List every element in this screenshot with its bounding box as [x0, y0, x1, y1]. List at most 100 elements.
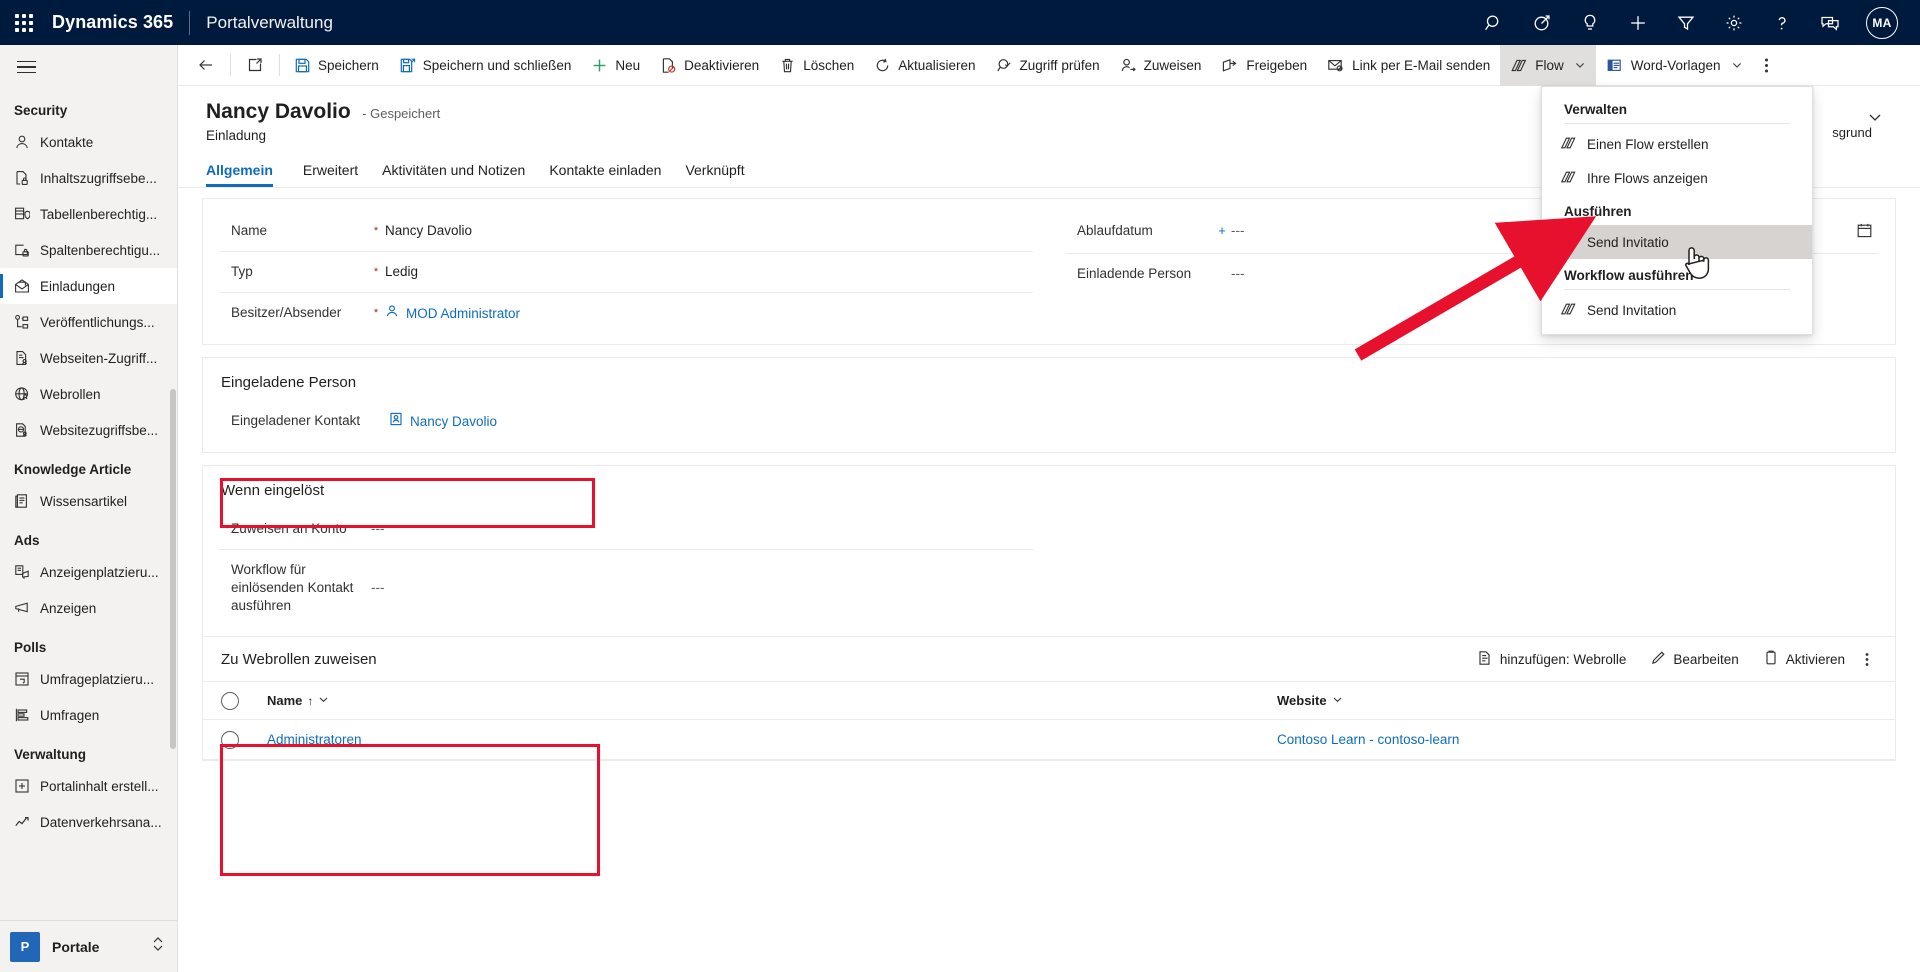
sidebar-item-wissensartikel[interactable]: Wissensartikel	[0, 483, 177, 519]
tab-aktivitaeten-und-notizen[interactable]: Aktivitäten und Notizen	[370, 162, 537, 187]
sidebar-item-websitezugriffsberechtigungen[interactable]: Websitezugriffsbe...	[0, 412, 177, 448]
add-icon[interactable]	[1614, 0, 1662, 45]
more-commands-icon[interactable]	[1857, 642, 1877, 676]
filter-icon[interactable]	[1662, 0, 1710, 45]
new-button[interactable]: Neu	[581, 45, 650, 86]
select-all-checkbox[interactable]	[221, 691, 267, 710]
menu-item-ihre-flows-anzeigen[interactable]: Ihre Flows anzeigen	[1542, 161, 1812, 195]
sidebar-item-webseiten-zugriffsregeln[interactable]: Webseiten-Zugriff...	[0, 340, 177, 376]
chevron-down-icon[interactable]	[318, 693, 329, 708]
invited-person-right-column	[1049, 401, 1895, 452]
chevron-down-icon[interactable]	[1574, 59, 1586, 71]
assign-button[interactable]: Zuweisen	[1110, 45, 1212, 86]
lightbulb-icon[interactable]	[1566, 0, 1614, 45]
webpage-access-icon	[14, 350, 40, 366]
delete-icon	[779, 57, 796, 74]
redeemed-card: Wenn eingelöst Zuweisen an Konto --- Wor…	[202, 465, 1896, 761]
field-value[interactable]: Nancy Davolio	[385, 222, 1033, 240]
tab-verknuepft[interactable]: Verknüpft	[673, 162, 756, 187]
add-existing-webrole-button[interactable]: hinzufügen: Webrolle	[1465, 642, 1639, 676]
owner-lookup[interactable]: MOD Administrator	[385, 304, 520, 323]
column-header-name[interactable]: Name ↑	[267, 693, 1277, 708]
sidebar-item-label: Kontakte	[40, 134, 94, 150]
waffle-icon[interactable]	[0, 0, 48, 45]
website-link[interactable]: Contoso Learn - contoso-learn	[1277, 732, 1459, 747]
help-icon[interactable]	[1758, 0, 1806, 45]
invited-contact-lookup[interactable]: Nancy Davolio	[389, 412, 497, 431]
field-zuweisen-an-konto[interactable]: Zuweisen an Konto ---	[219, 509, 1033, 550]
menu-item-send-invitation[interactable]: Send Invitation	[1542, 293, 1812, 327]
sidebar-scrollbar[interactable]	[170, 389, 176, 749]
activate-button[interactable]: Aktivieren	[1751, 642, 1857, 676]
field-value[interactable]: ---	[371, 520, 1033, 538]
delete-button[interactable]: Löschen	[769, 45, 864, 86]
sidebar-item-portalinhalt-erstellen[interactable]: Portalinhalt erstell...	[0, 768, 177, 804]
app-switcher[interactable]: P Portale	[0, 920, 177, 972]
sidebar-item-label: Umfragen	[40, 707, 100, 723]
sidebar-item-umfrageplatzierungen[interactable]: Umfrageplatzieru...	[0, 661, 177, 697]
menu-item-einen-flow-erstellen[interactable]: Einen Flow erstellen	[1542, 127, 1812, 161]
flow-button[interactable]: Flow	[1500, 44, 1596, 86]
assistant-icon[interactable]	[1518, 0, 1566, 45]
webrole-link[interactable]: Administratoren	[267, 732, 362, 747]
field-value[interactable]: Ledig	[385, 263, 1033, 281]
sidebar-item-tabellenberechtigungen[interactable]: Tabellenberechtig...	[0, 196, 177, 232]
more-commands-icon[interactable]	[1753, 45, 1780, 86]
refresh-button[interactable]: Aktualisieren	[864, 45, 985, 86]
open-in-new-window-icon[interactable]	[235, 45, 275, 86]
sidebar-item-einladungen[interactable]: Einladungen	[0, 268, 177, 304]
command-bar: Speichern Speichern und schließen Neu De…	[178, 44, 1920, 86]
hamburger-icon[interactable]	[0, 45, 177, 89]
email-link-button[interactable]: Link per E-Mail senden	[1317, 45, 1500, 86]
column-header-website[interactable]: Website	[1277, 693, 1895, 708]
deactivate-button[interactable]: Deaktivieren	[650, 45, 769, 86]
tab-label: Verknüpft	[685, 162, 745, 178]
calendar-icon[interactable]	[1856, 222, 1879, 244]
sidebar-item-spaltenberechtigungen[interactable]: Spaltenberechtigu...	[0, 232, 177, 268]
edit-button[interactable]: Bearbeiten	[1638, 642, 1750, 676]
command-label: Aktualisieren	[898, 57, 976, 73]
sidebar-item-veroeffentlichungsstatus[interactable]: Veröffentlichungs...	[0, 304, 177, 340]
search-icon[interactable]	[1470, 0, 1518, 45]
section-title: Eingeladene Person	[221, 374, 357, 391]
menu-item-send-invitatio[interactable]: Send Invitatio	[1542, 225, 1812, 259]
ad-icon	[14, 600, 40, 616]
table-row[interactable]: Administratoren Contoso Learn - contoso-…	[203, 720, 1895, 760]
sidebar-item-webrollen[interactable]: Webrollen	[0, 376, 177, 412]
row-select-checkbox[interactable]	[221, 730, 267, 749]
required-marker: *	[373, 307, 379, 319]
field-value[interactable]: ---	[371, 561, 1033, 597]
tab-allgemein[interactable]: Allgemein	[206, 162, 285, 187]
sidebar-item-kontakte[interactable]: Kontakte	[0, 124, 177, 160]
check-access-button[interactable]: Zugriff prüfen	[986, 45, 1110, 86]
field-besitzer-absender[interactable]: Besitzer/Absender * MOD Administrator	[219, 293, 1033, 334]
avatar[interactable]: MA	[1854, 0, 1910, 45]
flow-icon	[1510, 57, 1528, 74]
save-and-close-button[interactable]: Speichern und schließen	[389, 45, 582, 86]
feedback-icon[interactable]	[1806, 0, 1854, 45]
tab-erweitert[interactable]: Erweitert	[291, 162, 370, 187]
word-templates-button[interactable]: Word-Vorlagen	[1596, 45, 1753, 86]
ad-placement-icon	[14, 564, 40, 580]
chevron-down-icon[interactable]	[1731, 59, 1743, 71]
tab-kontakte-einladen[interactable]: Kontakte einladen	[537, 162, 673, 187]
sidebar-item-umfragen[interactable]: Umfragen	[0, 697, 177, 733]
general-left-column: Name * Nancy Davolio Typ * Ledig Besitze…	[203, 211, 1049, 344]
sidebar-item-anzeigen[interactable]: Anzeigen	[0, 590, 177, 626]
sidebar-item-label: Webseiten-Zugriff...	[40, 350, 158, 366]
field-typ[interactable]: Typ * Ledig	[219, 252, 1033, 293]
save-button[interactable]: Speichern	[284, 45, 389, 86]
back-arrow-icon[interactable]	[186, 45, 226, 86]
field-eingeladener-kontakt[interactable]: Eingeladener Kontakt Nancy Davolio	[219, 401, 1033, 442]
field-name[interactable]: Name * Nancy Davolio	[219, 211, 1033, 252]
share-button[interactable]: Freigeben	[1211, 45, 1317, 86]
sidebar-item-datenverkehrsanalyse[interactable]: Datenverkehrsana...	[0, 804, 177, 840]
chevron-up-down-icon[interactable]	[151, 935, 165, 958]
content-access-icon	[14, 170, 40, 186]
chevron-down-icon[interactable]	[1332, 693, 1343, 708]
field-label: Ablaufdatum	[1077, 223, 1153, 238]
field-workflow-einloesender-kontakt[interactable]: Workflow für einlösenden Kontakt ausführ…	[219, 550, 1033, 626]
gear-icon[interactable]	[1710, 0, 1758, 45]
sidebar-item-inhaltszugriffsebenen[interactable]: Inhaltszugriffsebe...	[0, 160, 177, 196]
sidebar-item-anzeigenplatzierungen[interactable]: Anzeigenplatzieru...	[0, 554, 177, 590]
